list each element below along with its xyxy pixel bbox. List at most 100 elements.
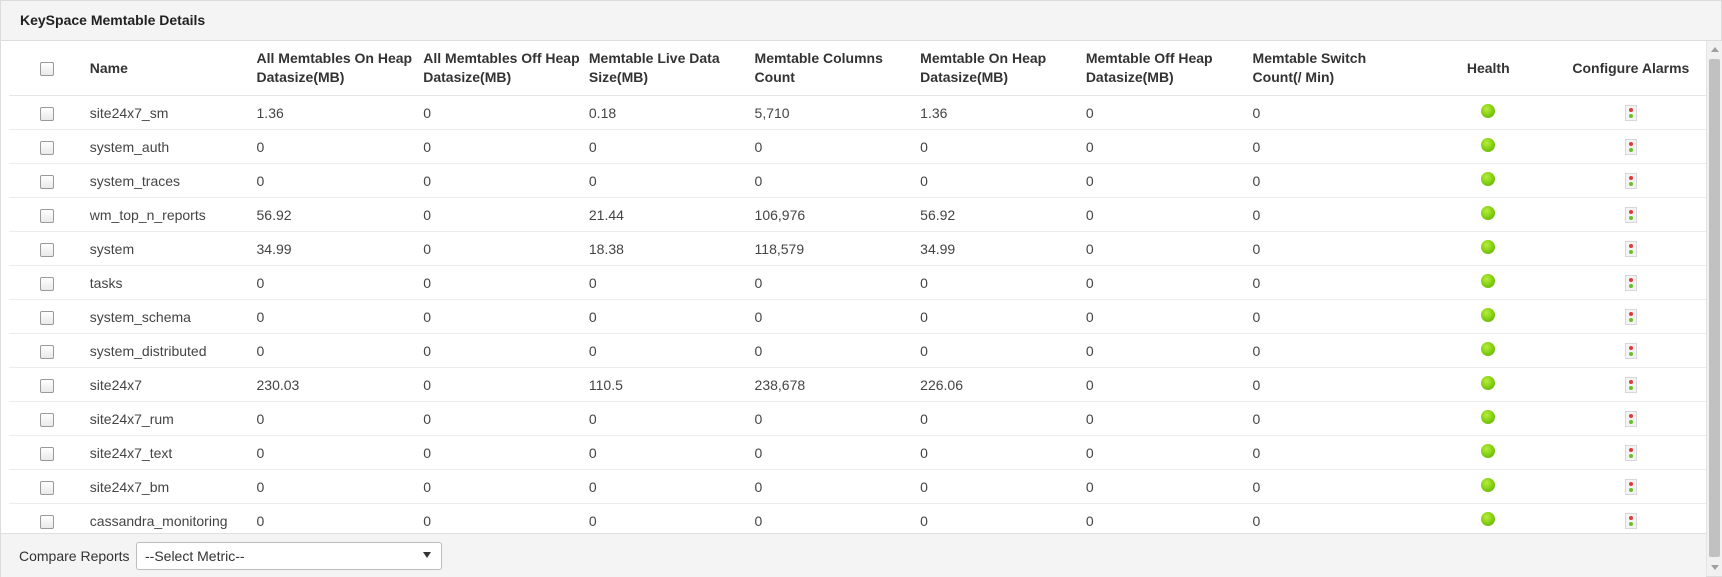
row-checkbox[interactable] xyxy=(40,140,55,155)
cell-live-data: 0 xyxy=(584,265,751,300)
cell-name: system xyxy=(85,231,253,266)
table-row[interactable]: site24x7_text 0 0 0 0 0 0 0 xyxy=(9,435,1706,470)
cell-name: site24x7_rum xyxy=(85,401,253,436)
row-checkbox[interactable] xyxy=(40,174,55,189)
configure-alarm-icon[interactable] xyxy=(1624,275,1637,292)
cell-all-on-heap: 0 xyxy=(252,129,420,164)
table-row[interactable]: site24x7_sm 1.36 0 0.18 5,710 1.36 0 0 xyxy=(9,95,1706,130)
row-checkbox[interactable] xyxy=(40,378,55,393)
health-status-icon[interactable] xyxy=(1481,308,1496,322)
health-cell xyxy=(1420,333,1556,368)
row-checkbox[interactable] xyxy=(40,208,55,223)
cell-switch-count: 0 xyxy=(1248,435,1421,470)
configure-alarm-icon[interactable] xyxy=(1624,411,1637,428)
table-row[interactable]: site24x7 230.03 0 110.5 238,678 226.06 0 0 xyxy=(9,367,1706,402)
alarm-green-light-icon xyxy=(1628,182,1633,187)
row-checkbox[interactable] xyxy=(40,310,55,325)
table-row[interactable]: site24x7_bm 0 0 0 0 0 0 0 xyxy=(9,469,1706,504)
cell-live-data: 0 xyxy=(584,299,751,334)
health-status-icon[interactable] xyxy=(1481,512,1496,526)
configure-alarm-icon[interactable] xyxy=(1624,445,1637,462)
configure-alarm-icon[interactable] xyxy=(1624,309,1637,326)
row-checkbox[interactable] xyxy=(40,344,55,359)
row-checkbox[interactable] xyxy=(40,514,55,529)
cell-all-off-heap: 0 xyxy=(419,265,585,300)
table-row[interactable]: system 34.99 0 18.38 118,579 34.99 0 0 xyxy=(9,231,1706,266)
health-status-icon[interactable] xyxy=(1481,342,1496,356)
table-row[interactable]: wm_top_n_reports 56.92 0 21.44 106,976 56.92 0… xyxy=(9,197,1706,232)
column-header-on-heap[interactable]: Memtable On Heap Datasize(MB) xyxy=(916,41,1082,96)
cell-all-on-heap: 0 xyxy=(252,265,420,300)
column-header-all-off-heap[interactable]: All Memtables Off Heap Datasize(MB) xyxy=(419,41,585,96)
health-status-icon[interactable] xyxy=(1481,138,1496,152)
row-checkbox[interactable] xyxy=(40,446,55,461)
table-row[interactable]: system_auth 0 0 0 0 0 0 0 xyxy=(9,129,1706,164)
configure-alarm-icon[interactable] xyxy=(1624,377,1637,394)
cell-columns-count: 0 xyxy=(750,299,917,334)
column-header-name[interactable]: Name xyxy=(85,41,253,96)
health-status-icon[interactable] xyxy=(1481,206,1496,220)
cell-all-on-heap: 0 xyxy=(252,163,420,198)
cell-name: system_schema xyxy=(85,299,253,334)
cell-off-heap: 0 xyxy=(1081,129,1249,164)
health-cell xyxy=(1420,129,1556,164)
table-row[interactable]: system_traces 0 0 0 0 0 0 0 xyxy=(9,163,1706,198)
row-checkbox[interactable] xyxy=(40,106,55,121)
cell-columns-count: 118,579 xyxy=(750,231,917,266)
cell-columns-count: 0 xyxy=(750,265,917,300)
row-checkbox[interactable] xyxy=(40,412,55,427)
health-status-icon[interactable] xyxy=(1481,478,1496,492)
cell-columns-count: 0 xyxy=(750,469,917,504)
configure-alarm-icon[interactable] xyxy=(1624,479,1637,496)
chevron-down-icon xyxy=(423,552,431,558)
table-row[interactable]: system_distributed 0 0 0 0 0 0 0 xyxy=(9,333,1706,368)
alarm-red-light-icon xyxy=(1628,176,1633,181)
configure-alarm-icon[interactable] xyxy=(1624,513,1637,530)
configure-alarm-icon[interactable] xyxy=(1624,343,1637,360)
scroll-up-icon[interactable] xyxy=(1711,47,1719,52)
scrollbar-thumb[interactable] xyxy=(1709,59,1720,557)
row-checkbox[interactable] xyxy=(40,276,55,291)
configure-alarm-icon[interactable] xyxy=(1624,173,1637,190)
column-header-all-on-heap[interactable]: All Memtables On Heap Datasize(MB) xyxy=(252,41,420,96)
health-status-icon[interactable] xyxy=(1481,172,1496,186)
column-header-off-heap[interactable]: Memtable Off Heap Datasize(MB) xyxy=(1081,41,1249,96)
configure-alarm-icon[interactable] xyxy=(1624,105,1637,122)
health-status-icon[interactable] xyxy=(1481,444,1496,458)
table-row[interactable]: cassandra_monitoring 0 0 0 0 0 0 0 xyxy=(9,503,1706,533)
health-status-icon[interactable] xyxy=(1481,274,1496,288)
select-metric-dropdown[interactable]: --Select Metric-- xyxy=(136,542,442,570)
cell-columns-count: 0 xyxy=(750,503,917,533)
configure-alarms-cell xyxy=(1555,95,1706,130)
cell-all-off-heap: 0 xyxy=(419,435,585,470)
configure-alarm-icon[interactable] xyxy=(1624,241,1637,258)
scroll-down-icon[interactable] xyxy=(1711,565,1719,570)
cell-switch-count: 0 xyxy=(1248,333,1421,368)
health-status-icon[interactable] xyxy=(1481,240,1496,254)
health-cell xyxy=(1420,469,1556,504)
configure-alarms-cell xyxy=(1555,265,1706,300)
cell-name: site24x7_bm xyxy=(85,469,253,504)
table-row[interactable]: tasks 0 0 0 0 0 0 0 xyxy=(9,265,1706,300)
health-status-icon[interactable] xyxy=(1481,104,1496,118)
table-row[interactable]: site24x7_rum 0 0 0 0 0 0 0 xyxy=(9,401,1706,436)
row-checkbox[interactable] xyxy=(40,480,55,495)
cell-live-data: 0 xyxy=(584,435,751,470)
column-header-health: Health xyxy=(1420,41,1556,96)
alarm-red-light-icon xyxy=(1628,380,1633,385)
table-header-row: Name All Memtables On Heap Datasize(MB) … xyxy=(9,41,1706,96)
alarm-green-light-icon xyxy=(1628,318,1633,323)
column-header-switch-count[interactable]: Memtable Switch Count(/ Min) xyxy=(1248,41,1421,96)
vertical-scrollbar[interactable] xyxy=(1706,41,1722,576)
column-header-live-data[interactable]: Memtable Live Data Size(MB) xyxy=(584,41,751,96)
health-status-icon[interactable] xyxy=(1481,376,1496,390)
row-checkbox[interactable] xyxy=(40,242,55,257)
configure-alarm-icon[interactable] xyxy=(1624,139,1637,156)
alarm-green-light-icon xyxy=(1628,250,1633,255)
configure-alarm-icon[interactable] xyxy=(1624,207,1637,224)
column-header-columns-count[interactable]: Memtable Columns Count xyxy=(750,41,917,96)
health-status-icon[interactable] xyxy=(1481,410,1496,424)
table-row[interactable]: system_schema 0 0 0 0 0 0 0 xyxy=(9,299,1706,334)
select-all-checkbox[interactable] xyxy=(40,61,55,76)
cell-all-on-heap: 56.92 xyxy=(252,197,420,232)
